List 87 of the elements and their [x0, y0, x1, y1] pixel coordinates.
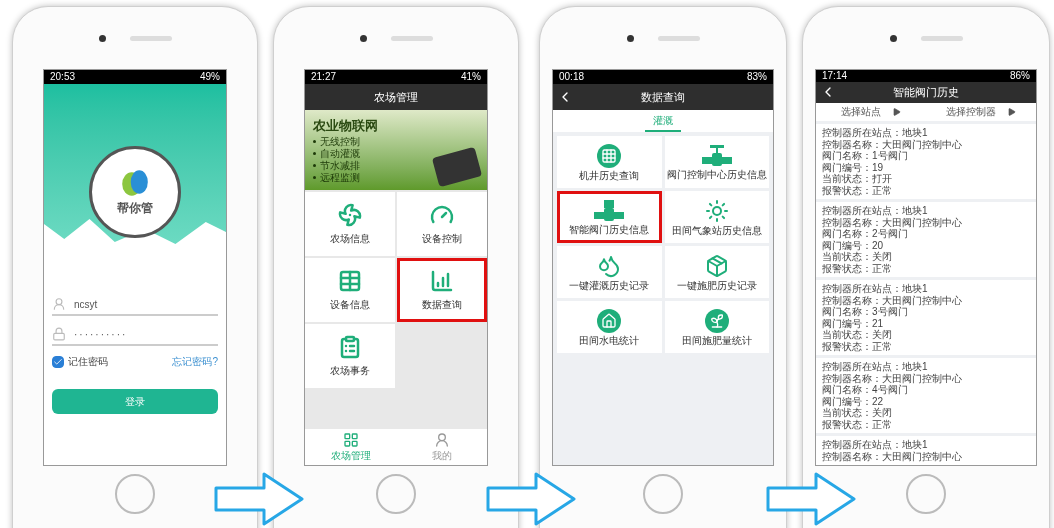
record-line: 当前状态：打开	[822, 173, 893, 185]
leaf-logo-icon	[119, 167, 151, 199]
status-time: 00:18	[559, 72, 585, 82]
record-line: 控制器所在站点：地块1	[822, 361, 929, 373]
banner-bullet: 无线控制	[320, 135, 360, 148]
lock-icon	[52, 327, 66, 341]
record-line: 阀门编号：22	[822, 395, 885, 407]
filter-dropdown[interactable]: 选择控制器	[926, 102, 1036, 121]
dropdown-triangle-icon	[893, 107, 901, 116]
status-time: 17:14	[822, 70, 848, 81]
sun-icon	[704, 198, 729, 223]
speaker-slot	[390, 35, 433, 41]
user-icon	[52, 297, 66, 311]
valve-icon	[701, 144, 732, 167]
record-line: 当前状态：关闭	[822, 407, 893, 419]
password-field[interactable]: ··········	[52, 324, 218, 346]
record-line: 控制器所在站点：地块1	[822, 439, 929, 451]
record-line: 控制器名称：大田阀门控制中心	[822, 138, 963, 150]
record-line: 阀门编号：21	[822, 317, 885, 329]
battery-level: 83%	[747, 72, 767, 82]
record-line: 报警状态：正常	[822, 262, 893, 274]
dropdown-triangle-icon	[1008, 107, 1016, 116]
menu-tile[interactable]: 设备信息	[305, 258, 395, 322]
remember-label: 记住密码	[68, 355, 108, 369]
speaker-slot	[920, 35, 963, 41]
menu-tile[interactable]: 农场事务	[305, 324, 395, 388]
record-line: 控制器名称：大田阀门控制中心	[822, 294, 963, 306]
status-time: 20:53	[50, 72, 76, 82]
query-tile[interactable]: 一键施肥历史记录	[664, 246, 769, 298]
header-title: 智能阀门历史	[893, 84, 959, 100]
forgot-password-link[interactable]: 忘记密码?	[172, 354, 218, 369]
query-tile[interactable]: 田间水电统计	[557, 301, 662, 353]
fan-icon	[338, 202, 362, 227]
record-line: 阀门名称：1号阀门	[822, 150, 908, 162]
record-line: 阀门名称：3号阀门	[822, 306, 908, 318]
record-line: 报警状态：正常	[822, 418, 893, 430]
query-tile[interactable]: 阀门控制中心历史信息	[664, 136, 769, 188]
home-button[interactable]	[643, 474, 683, 514]
record-line: 控制器名称：大田阀门控制中心	[822, 216, 963, 228]
record-line: 阀门编号：19	[822, 161, 885, 173]
battery-level: 41%	[461, 72, 481, 82]
record-line: 当前状态：关闭	[822, 251, 893, 263]
grid-icon	[342, 431, 359, 448]
bar-chart-icon	[430, 268, 454, 293]
clipboard-icon	[338, 334, 362, 359]
speaker-slot	[129, 35, 172, 41]
banner-bullet: 远程监测	[320, 171, 360, 184]
record-line: 控制器所在站点：地块1	[822, 205, 929, 217]
record-line: 阀门名称：4号阀门	[822, 384, 908, 396]
record-line: 控制器所在站点：地块1	[822, 127, 929, 139]
query-tile[interactable]: 一键灌溉历史记录	[557, 246, 662, 298]
record-line: 阀门编号：20	[822, 239, 885, 251]
query-tile[interactable]: 田间施肥量统计	[664, 301, 769, 353]
record-line: 报警状态：正常	[822, 184, 893, 196]
record-line: 控制器名称：大田阀门控制中心	[822, 372, 963, 384]
speaker-slot	[657, 35, 700, 41]
menu-tile[interactable]: 设备控制	[397, 192, 487, 256]
username-field[interactable]: ncsyt	[52, 294, 218, 316]
query-tile[interactable]: 田间气象站历史信息	[664, 191, 769, 243]
filter-dropdown[interactable]: 选择站点	[816, 102, 926, 121]
record-line: 报警状态：正常	[822, 340, 893, 352]
record-line: 当前状态：关闭	[822, 329, 893, 341]
banner-bullet: 自动灌溉	[320, 147, 360, 160]
menu-tile[interactable]: 农场信息	[305, 192, 395, 256]
banner-bullet: 节水减排	[320, 159, 360, 172]
header-title: 数据查询	[641, 89, 685, 105]
record-line: 阀门名称：2号阀门	[822, 228, 908, 240]
user-icon	[433, 431, 450, 448]
remember-checkbox[interactable]	[52, 355, 64, 368]
logo-text: 帮你管	[117, 200, 153, 217]
record-line: 控制器所在站点：地块1	[822, 283, 929, 295]
home-button[interactable]	[115, 474, 155, 514]
meter-valve-icon	[594, 199, 625, 222]
header-title: 农场管理	[374, 89, 418, 105]
query-tile[interactable]: 智能阀门历史信息	[557, 191, 662, 243]
status-time: 21:27	[311, 72, 337, 82]
menu-tile[interactable]: 数据查询	[397, 258, 487, 322]
battery-level: 86%	[1010, 70, 1030, 81]
battery-level: 49%	[200, 72, 220, 82]
package-icon	[704, 253, 729, 278]
home-button[interactable]	[376, 474, 416, 514]
query-tile[interactable]: 机井历史查询	[557, 136, 662, 188]
home-button[interactable]	[906, 474, 946, 514]
banner-headline: 农业物联网	[313, 117, 379, 135]
droplets-icon	[597, 253, 622, 278]
table-icon	[338, 268, 362, 293]
record-line: 控制器名称：大田阀门控制中心	[822, 450, 963, 462]
